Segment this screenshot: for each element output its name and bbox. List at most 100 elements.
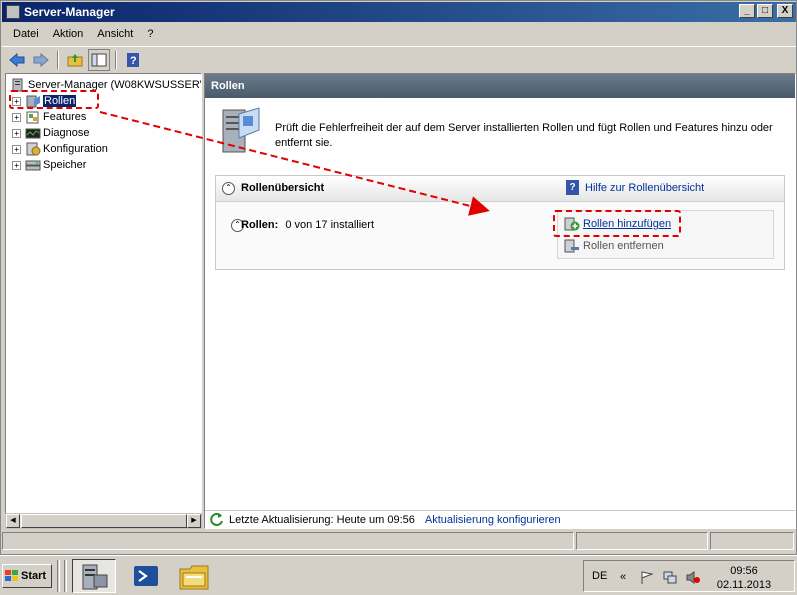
roles-summary-header: ⌃ Rollenübersicht ? Hilfe zur Rollenüber…: [216, 176, 784, 202]
configure-refresh-link[interactable]: Aktualisierung konfigurieren: [425, 514, 561, 526]
server-manager-window: Server-Manager _ □ X Datei Aktion Ansich…: [0, 0, 797, 555]
status-cell: [2, 532, 574, 550]
remove-roles-label: Rollen entfernen: [583, 240, 664, 252]
help-icon: ?: [566, 180, 579, 195]
toolbar-separator: [57, 50, 59, 69]
toolbar: ?: [2, 46, 796, 72]
tree-item-label: Konfiguration: [43, 143, 108, 155]
features-icon: [25, 110, 41, 124]
collapse-summary-icon[interactable]: ⌃: [222, 182, 235, 195]
tree-item-diagnose[interactable]: + Diagnose: [6, 125, 89, 141]
up-level-button[interactable]: [64, 49, 86, 71]
server-manager-icon: [82, 564, 108, 590]
last-update-text: Letzte Aktualisierung: Heute um 09:56: [229, 513, 415, 526]
expand-icon[interactable]: +: [12, 144, 21, 154]
tree-item-features[interactable]: + Features: [6, 109, 86, 125]
expand-icon[interactable]: +: [12, 128, 21, 138]
volume-muted-icon[interactable]: [686, 571, 700, 584]
roles-count-label: Rollen:: [241, 219, 279, 231]
status-cell: [710, 532, 794, 550]
show-hide-tree-button[interactable]: [88, 48, 110, 71]
roles-large-icon: [222, 107, 260, 153]
explorer-icon: [179, 565, 209, 590]
expand-icon[interactable]: +: [12, 112, 21, 122]
tree-item-label: Diagnose: [43, 127, 90, 139]
tree-item-label: Rollen: [43, 95, 77, 107]
diagnose-icon: [25, 126, 41, 140]
start-label: Start: [21, 570, 47, 582]
roles-count-value: 0 von 17 installiert: [285, 219, 375, 231]
roles-summary-title: Rollenübersicht: [241, 182, 325, 194]
roles-summary-section: ⌃ Rollenübersicht ? Hilfe zur Rollenüber…: [215, 175, 785, 270]
roles-icon: [25, 94, 41, 108]
taskbar-powershell[interactable]: [124, 559, 168, 593]
network-icon[interactable]: [663, 571, 677, 584]
notification-area: DE « 09:56 02.11.2013: [583, 560, 795, 592]
status-cell: [576, 532, 708, 550]
console-tree: Server-Manager (W08KWSUSSERV + Rollen + …: [5, 73, 202, 528]
back-button[interactable]: [6, 49, 28, 71]
taskbar-separator: [57, 560, 60, 592]
show-hidden-icons-button[interactable]: «: [620, 571, 634, 584]
details-header: Rollen: [205, 74, 795, 98]
intro-section: Prüft die Fehlerfreiheit der auf dem Ser…: [219, 104, 779, 160]
add-roles-icon: [564, 217, 580, 231]
roles-summary-help-link[interactable]: ? Hilfe zur Rollenübersicht: [566, 180, 704, 195]
tree-root[interactable]: Server-Manager (W08KWSUSSERV: [6, 77, 202, 93]
forward-arrow-icon: [33, 52, 49, 67]
menu-datei[interactable]: Datei: [6, 28, 46, 40]
server-manager-icon: [6, 5, 20, 19]
help-icon: ?: [127, 52, 139, 67]
close-button[interactable]: X: [777, 4, 793, 18]
menu-ansicht[interactable]: Ansicht: [90, 28, 140, 40]
language-indicator[interactable]: DE: [592, 570, 607, 582]
expand-icon[interactable]: +: [12, 96, 21, 106]
storage-icon: [25, 158, 41, 172]
taskbar-separator: [64, 560, 67, 592]
role-actions: Rollen hinzufügen Rollen entfernen: [557, 210, 774, 259]
expand-icon[interactable]: +: [12, 160, 21, 170]
menu-help[interactable]: ?: [140, 28, 160, 40]
scroll-right-button[interactable]: ▶: [187, 514, 201, 528]
clock-date: 02.11.2013: [716, 579, 772, 591]
menu-bar: Datei Aktion Ansicht ?: [2, 24, 796, 44]
menu-aktion[interactable]: Aktion: [46, 28, 91, 40]
intro-text: Prüft die Fehlerfreiheit der auf dem Ser…: [275, 122, 773, 149]
svg-text:?: ?: [130, 55, 137, 67]
action-center-flag-icon[interactable]: [640, 571, 654, 584]
back-arrow-icon: [9, 52, 25, 67]
minimize-button[interactable]: _: [739, 4, 755, 18]
refresh-status: Letzte Aktualisierung: Heute um 09:56 Ak…: [205, 510, 795, 528]
scroll-thumb[interactable]: [21, 514, 187, 528]
configuration-icon: [25, 142, 41, 156]
clock[interactable]: 09:56 02.11.2013: [712, 564, 776, 592]
taskbar-explorer[interactable]: [172, 559, 216, 593]
tree-item-rollen[interactable]: + Rollen: [6, 93, 77, 109]
add-roles-link[interactable]: Rollen hinzufügen: [564, 216, 671, 232]
powershell-icon: [134, 566, 158, 586]
windows-flag-icon: [5, 570, 18, 581]
add-roles-label: Rollen hinzufügen: [583, 218, 672, 230]
tree-horizontal-scrollbar[interactable]: ◀ ▶: [5, 513, 202, 529]
help-link-label: Hilfe zur Rollenübersicht: [585, 181, 705, 194]
tree-root-label: Server-Manager (W08KWSUSSERV: [28, 79, 202, 91]
status-bar: [2, 532, 796, 552]
start-button[interactable]: Start: [2, 564, 52, 588]
remove-roles-link[interactable]: Rollen entfernen: [564, 238, 664, 254]
console-tree-icon: [91, 53, 107, 66]
clock-time: 09:56: [730, 565, 758, 577]
window-controls: _ □ X: [739, 4, 793, 18]
forward-button[interactable]: [30, 49, 52, 71]
taskbar: Start DE « 09:56 02.11.2013: [0, 555, 797, 595]
tree-item-label: Speicher: [43, 159, 87, 171]
title-bar[interactable]: Server-Manager _ □ X: [2, 2, 796, 22]
help-button[interactable]: ?: [122, 49, 144, 71]
tree-item-speicher[interactable]: + Speicher: [6, 157, 86, 173]
toolbar-separator: [115, 50, 117, 69]
maximize-button[interactable]: □: [757, 4, 773, 18]
tree-item-konfiguration[interactable]: + Konfiguration: [6, 141, 108, 157]
refresh-icon: [210, 513, 223, 526]
taskbar-server-manager[interactable]: [72, 559, 116, 593]
scroll-left-button[interactable]: ◀: [6, 514, 20, 528]
roles-count: Rollen: 0 von 17 installiert: [241, 219, 374, 231]
